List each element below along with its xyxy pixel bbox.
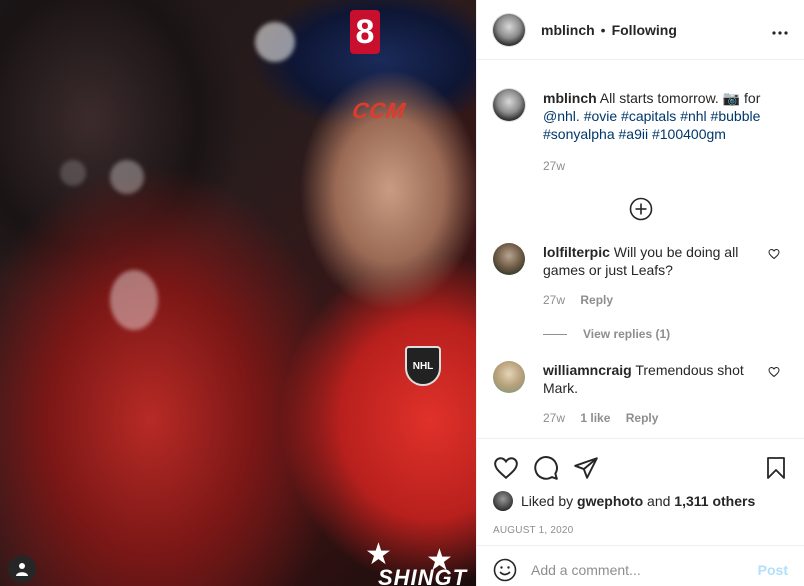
post-date[interactable]: AUGUST 1, 2020 xyxy=(493,525,788,536)
helmet-number: 8 xyxy=(350,10,380,54)
comments-list[interactable]: mblinch All starts tomorrow. 📷 for @nhl.… xyxy=(477,67,804,437)
share-icon xyxy=(574,457,598,479)
heart-icon xyxy=(768,248,780,260)
avatar[interactable] xyxy=(493,243,525,275)
nhl-logo: NHL xyxy=(405,346,441,386)
action-bar xyxy=(493,439,788,491)
plus-circle-icon[interactable] xyxy=(629,197,653,221)
username-link[interactable]: mblinch xyxy=(541,22,595,38)
post-header: mblinch • Following xyxy=(477,0,804,60)
divider xyxy=(543,333,567,335)
bookmark-icon xyxy=(767,457,785,479)
separator-dot: • xyxy=(600,21,606,38)
caption-text: All starts tomorrow. 📷 for xyxy=(599,90,761,106)
likes-summary[interactable]: Liked by gwephoto and 1,311 others xyxy=(493,491,788,511)
reply-button[interactable]: Reply xyxy=(626,411,659,425)
comment-username[interactable]: lolfilterpic xyxy=(543,244,610,260)
comment: lolfilterpic Will you be doing all games… xyxy=(493,243,788,309)
caption-mention[interactable]: @nhl. xyxy=(543,108,580,124)
caption-time: 27w xyxy=(543,159,566,173)
comment: williamncraig Tremendous shot Mark. 27w … xyxy=(493,361,788,427)
bokeh-light xyxy=(60,160,86,186)
caption: mblinch All starts tomorrow. 📷 for @nhl.… xyxy=(493,89,788,175)
user-icon xyxy=(16,563,28,576)
avatar[interactable] xyxy=(493,13,525,46)
caption-username[interactable]: mblinch xyxy=(543,90,597,106)
reply-button[interactable]: Reply xyxy=(580,293,613,307)
comment-like-button[interactable] xyxy=(768,247,780,265)
tagged-user-button[interactable] xyxy=(8,555,36,583)
post-panel: mblinch • Following mblinch All starts t… xyxy=(476,0,804,586)
save-button[interactable] xyxy=(764,455,788,481)
bokeh-light xyxy=(110,270,158,330)
post-button[interactable]: Post xyxy=(758,562,788,578)
like-button[interactable] xyxy=(493,455,519,481)
comment-like-button[interactable] xyxy=(768,365,780,383)
likes-count[interactable]: 1,311 others xyxy=(674,493,755,509)
bokeh-light xyxy=(110,160,144,194)
likes-conj: and xyxy=(647,493,671,509)
post-actions-area: Liked by gwephoto and 1,311 others AUGUS… xyxy=(477,438,804,536)
following-button[interactable]: Following xyxy=(612,22,677,38)
avatar[interactable] xyxy=(493,361,525,393)
heart-icon xyxy=(494,457,518,480)
helmet-brand: CCM xyxy=(350,98,408,123)
comment-likes[interactable]: 1 like xyxy=(580,411,610,425)
share-button[interactable] xyxy=(573,455,599,481)
likes-prefix: Liked by xyxy=(521,493,574,509)
comment-input[interactable]: Add a comment... xyxy=(531,562,758,578)
post-photo[interactable]: 8 CCM NHL ★ ★ SHINGT xyxy=(0,0,476,586)
add-comment-bar: Add a comment... Post xyxy=(477,545,804,586)
view-replies-label: View replies (1) xyxy=(583,327,671,341)
comment-icon xyxy=(534,456,558,480)
avatar[interactable] xyxy=(493,89,525,121)
comment-username[interactable]: williamncraig xyxy=(543,362,632,378)
bokeh-light xyxy=(255,22,295,62)
comment-time: 27w xyxy=(543,293,566,307)
emoji-button[interactable] xyxy=(493,558,517,582)
avatar[interactable] xyxy=(493,491,513,511)
smile-icon xyxy=(493,558,517,582)
jersey-text: SHINGT xyxy=(378,565,468,586)
heart-icon xyxy=(768,366,780,378)
liker-username[interactable]: gwephoto xyxy=(577,493,643,509)
more-options-icon[interactable] xyxy=(772,24,788,35)
comment-button[interactable] xyxy=(533,455,559,481)
comment-time: 27w xyxy=(543,411,566,425)
load-more-comments[interactable] xyxy=(493,197,788,221)
view-replies-button[interactable]: View replies (1) xyxy=(543,327,788,341)
